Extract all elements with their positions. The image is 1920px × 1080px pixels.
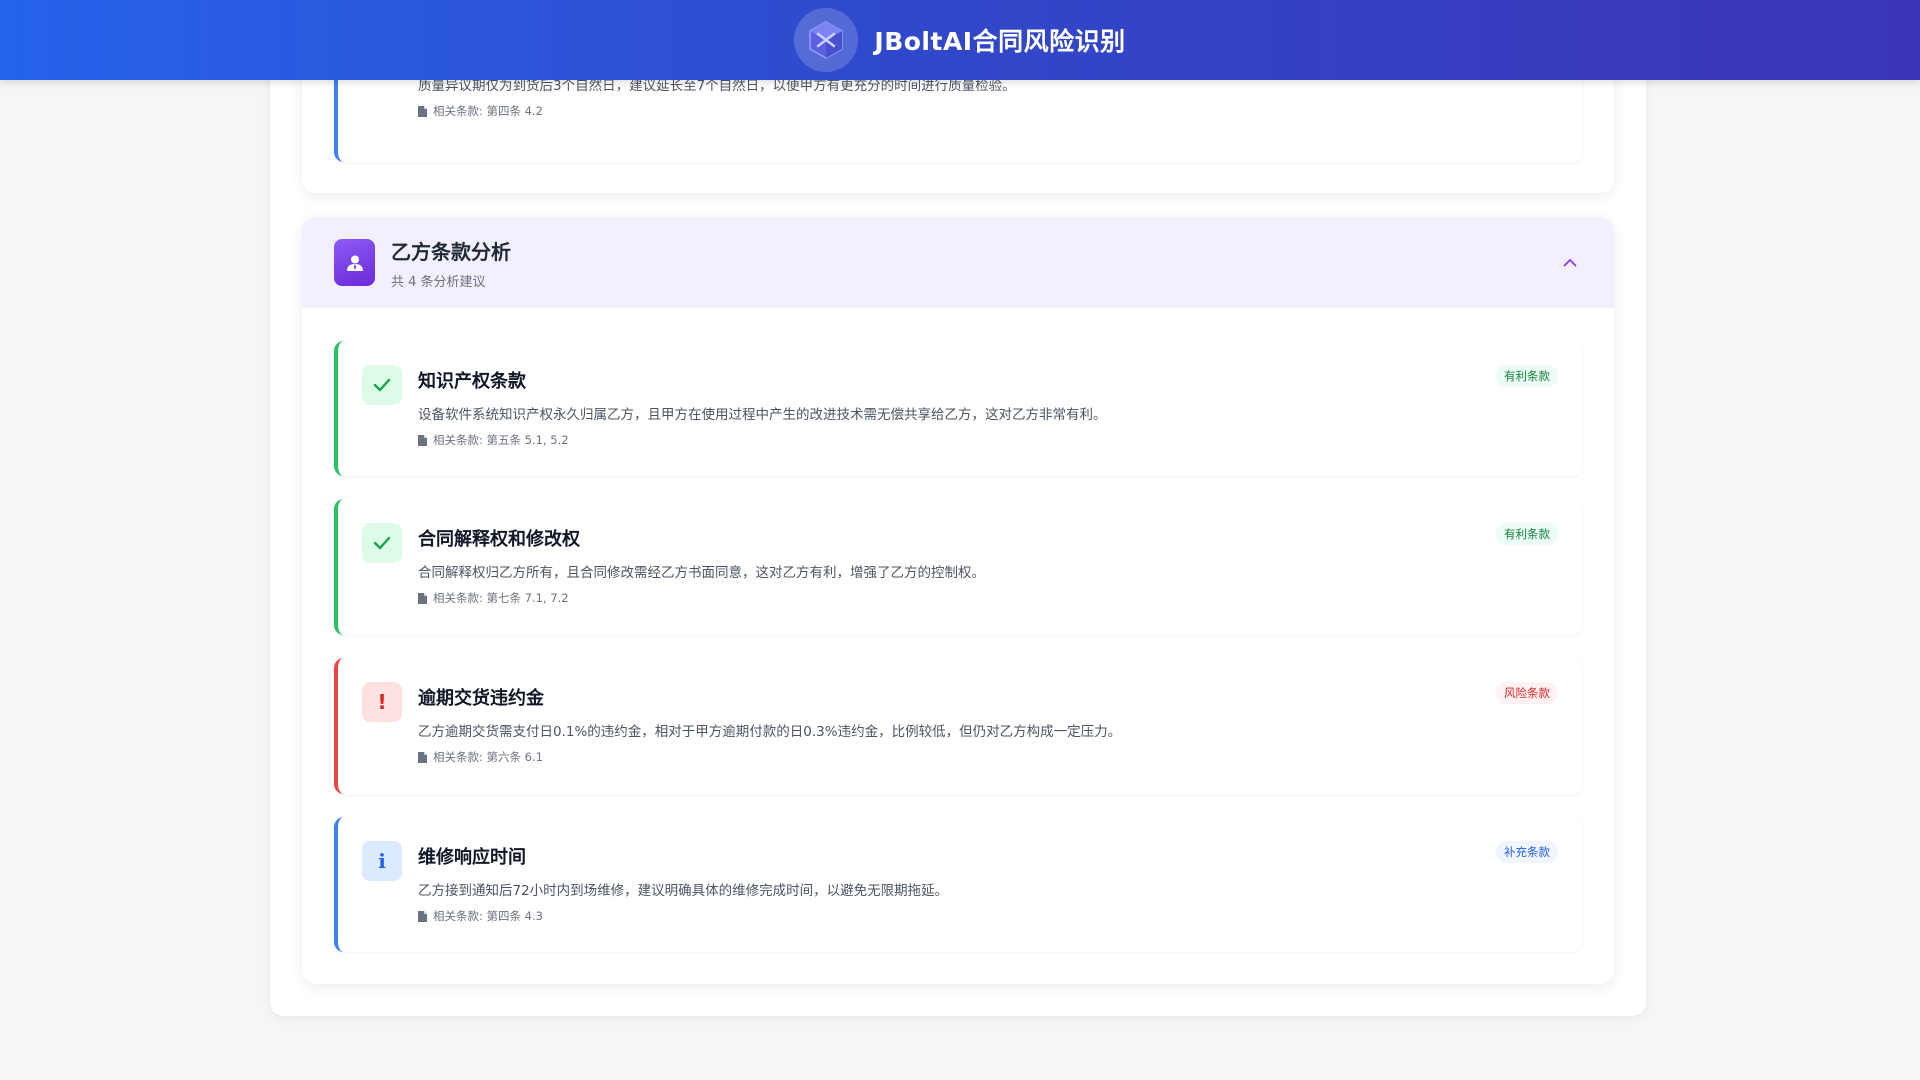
app-header: JBoltAI合同风险识别: [0, 0, 1920, 80]
item-title: 知识产权条款: [418, 371, 526, 392]
app-title: JBoltAI合同风险识别: [874, 27, 1126, 56]
item-reference: 相关条款: 第六条 6.1: [418, 749, 543, 765]
info-icon: i: [362, 841, 402, 881]
check-icon: [362, 523, 402, 563]
party-b-section-card: 乙方条款分析 共 4 条分析建议 知识产权条款 设备软件系统知识产权永久归属乙方…: [302, 217, 1614, 984]
section-title: 乙方条款分析: [391, 239, 511, 264]
item-title: 逾期交货违约金: [418, 688, 544, 709]
item-description: 乙方逾期交货需支付日0.1%的违约金，相对于甲方逾期付款的日0.3%违约金，比例…: [418, 724, 1122, 740]
item-reference-text: 相关条款: 第五条 5.1, 5.2: [433, 433, 569, 447]
analysis-item-interpretation: 合同解释权和修改权 合同解释权归乙方所有，且合同修改需经乙方书面同意，这对乙方有…: [334, 499, 1582, 635]
favorable-badge: 有利条款: [1496, 523, 1558, 545]
item-description: 乙方接到通知后72小时内到场维修，建议明确具体的维修完成时间，以避免无限期拖延。: [418, 883, 949, 899]
item-reference: 相关条款: 第四条 4.3: [418, 908, 543, 924]
document-icon: [418, 434, 427, 446]
chevron-up-icon[interactable]: [1558, 251, 1582, 275]
item-title: 合同解释权和修改权: [418, 529, 580, 550]
section-subtitle: 共 4 条分析建议: [391, 274, 486, 290]
document-icon: [418, 105, 427, 117]
item-reference-text: 相关条款: 第四条 4.2: [433, 104, 543, 118]
item-reference: 相关条款: 第七条 7.1, 7.2: [418, 590, 569, 606]
document-icon: [418, 592, 427, 604]
exclamation-icon: !: [362, 682, 402, 722]
item-reference-text: 相关条款: 第六条 6.1: [433, 750, 543, 764]
user-icon: [334, 239, 375, 286]
document-icon: [418, 751, 427, 763]
item-description: 设备软件系统知识产权永久归属乙方，且甲方在使用过程中产生的改进技术需无偿共享给乙…: [418, 407, 1107, 423]
item-reference: 相关条款: 第四条 4.2: [418, 103, 543, 119]
item-title: 维修响应时间: [418, 847, 526, 868]
section-header[interactable]: 乙方条款分析 共 4 条分析建议: [302, 217, 1614, 308]
supplement-badge: 补充条款: [1496, 841, 1558, 863]
analysis-item-late-delivery: ! 逾期交货违约金 乙方逾期交货需支付日0.1%的违约金，相对于甲方逾期付款的日…: [334, 658, 1582, 794]
check-icon: [362, 365, 402, 405]
item-reference-text: 相关条款: 第七条 7.1, 7.2: [433, 591, 569, 605]
analysis-item-repair-response: i 维修响应时间 乙方接到通知后72小时内到场维修，建议明确具体的维修完成时间，…: [334, 817, 1582, 952]
risk-badge: 风险条款: [1496, 682, 1558, 704]
item-reference: 相关条款: 第五条 5.1, 5.2: [418, 432, 569, 448]
favorable-badge: 有利条款: [1496, 365, 1558, 387]
item-reference-text: 相关条款: 第四条 4.3: [433, 909, 543, 923]
app-logo-icon: [794, 8, 859, 72]
analysis-item-ip: 知识产权条款 设备软件系统知识产权永久归属乙方，且甲方在使用过程中产生的改进技术…: [334, 341, 1582, 476]
item-description: 合同解释权归乙方所有，且合同修改需经乙方书面同意，这对乙方有利，增强了乙方的控制…: [418, 565, 985, 581]
document-icon: [418, 910, 427, 922]
